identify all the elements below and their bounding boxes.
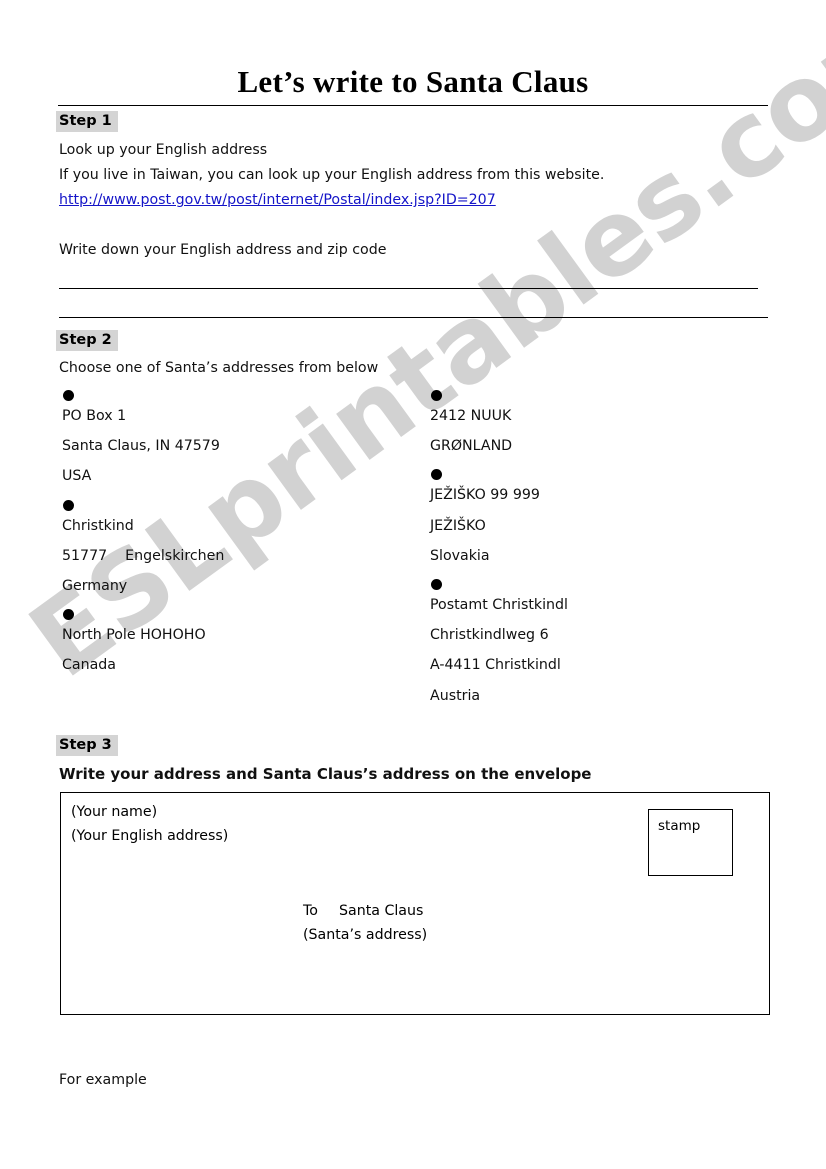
worksheet-content: Let’s write to Santa Claus Step 1 Look u… bbox=[0, 0, 826, 1169]
step-2-label: Step 2 bbox=[56, 330, 118, 352]
address-line: Austria bbox=[430, 687, 481, 704]
address-line: Postamt Christkindl bbox=[430, 597, 568, 614]
step-1-prompt: Write down your English address and zip … bbox=[59, 242, 387, 258]
step-2-instruction: Choose one of Santa’s addresses from bel… bbox=[59, 360, 379, 376]
address-line: Slovakia bbox=[430, 547, 490, 564]
postal-lookup-link[interactable]: http://www.post.gov.tw/post/internet/Pos… bbox=[59, 192, 496, 208]
page-title: Let’s write to Santa Claus bbox=[237, 64, 589, 99]
santa-address-column-left: PO Box 1 Santa Claus, IN 47579 USA Chris… bbox=[62, 390, 392, 689]
step-3-label: Step 3 bbox=[56, 735, 118, 757]
address-line: Germany bbox=[62, 578, 128, 595]
for-example-note: For example bbox=[59, 1072, 147, 1088]
address-option[interactable]: JEŽIŠKO 99 999 JEŽIŠKO Slovakia bbox=[430, 469, 760, 563]
stamp-label: stamp bbox=[658, 818, 701, 834]
address-line: PO Box 1 bbox=[62, 408, 127, 424]
address-line: Christkind bbox=[62, 517, 134, 534]
address-line: USA bbox=[62, 468, 92, 485]
bullet-icon bbox=[431, 390, 442, 401]
envelope-to-address: (Santa’s address) bbox=[303, 927, 428, 943]
bullet-icon bbox=[63, 609, 74, 621]
step-3-instruction: Write your address and Santa Claus’s add… bbox=[59, 765, 592, 783]
step-1-line-1: Look up your English address bbox=[59, 142, 268, 158]
bullet-icon bbox=[431, 469, 442, 481]
address-line: 2412 NUUK bbox=[430, 408, 512, 424]
address-option[interactable]: Postamt Christkindl Christkindlweg 6 A-4… bbox=[430, 579, 760, 703]
bullet-icon bbox=[63, 390, 74, 401]
envelope-to-name: Santa Claus bbox=[339, 903, 424, 919]
address-line: A-4411 Christkindl bbox=[430, 657, 561, 674]
envelope-to-prefix: To bbox=[303, 903, 318, 919]
address-line: JEŽIŠKO 99 999 bbox=[430, 487, 540, 504]
answer-line-1[interactable] bbox=[59, 288, 758, 289]
address-option[interactable]: North Pole HOHOHO Canada bbox=[62, 609, 392, 674]
bullet-icon bbox=[431, 579, 442, 591]
address-line: Canada bbox=[62, 657, 116, 674]
bullet-icon bbox=[63, 499, 74, 511]
address-option[interactable]: 2412 NUUK GRØNLAND bbox=[430, 390, 760, 453]
address-line: North Pole HOHOHO bbox=[62, 627, 206, 644]
address-line: Santa Claus, IN 47579 bbox=[62, 438, 220, 455]
worksheet-page: ESLprintables.com Let’s write to Santa C… bbox=[0, 0, 826, 1169]
santa-address-column-right: 2412 NUUK GRØNLAND JEŽIŠKO 99 999 JEŽIŠK… bbox=[430, 390, 760, 719]
envelope-sender-address: (Your English address) bbox=[71, 828, 229, 844]
address-line: Christkindlweg 6 bbox=[430, 627, 549, 644]
address-line: GRØNLAND bbox=[430, 438, 513, 455]
answer-line-2[interactable] bbox=[59, 317, 768, 318]
step-1-label: Step 1 bbox=[56, 111, 118, 133]
envelope-sender-name: (Your name) bbox=[71, 804, 158, 820]
address-option[interactable]: PO Box 1 Santa Claus, IN 47579 USA bbox=[62, 390, 392, 484]
step-1-line-2: If you live in Taiwan, you can look up y… bbox=[59, 167, 605, 183]
section-rule-top bbox=[58, 105, 768, 106]
address-line: 51777 Engelskirchen bbox=[62, 547, 225, 564]
address-option[interactable]: Christkind 51777 Engelskirchen Germany bbox=[62, 499, 392, 595]
address-line: JEŽIŠKO bbox=[430, 517, 486, 534]
